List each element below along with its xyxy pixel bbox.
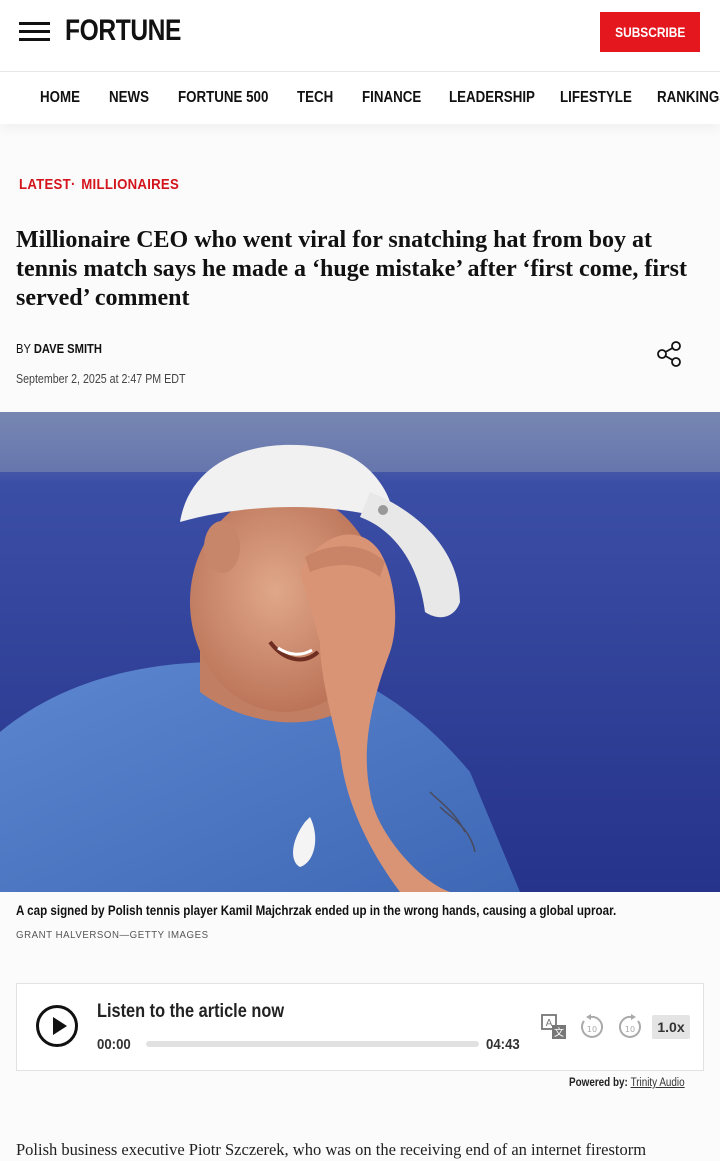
hero-image — [0, 412, 720, 892]
nav-item-home[interactable]: HOME — [40, 89, 80, 107]
article-headline: Millionaire CEO who went viral for snatc… — [16, 227, 687, 311]
fortune-logo[interactable]: FORTUNE — [65, 14, 181, 48]
site-header: FORTUNE SUBSCRIBE — [0, 0, 720, 72]
trinity-audio-link[interactable]: Trinity Audio — [631, 1077, 685, 1089]
publish-date: September 2, 2025 at 2:47 PM EDT — [16, 371, 186, 386]
category-section-link[interactable]: MILLIONAIRES — [81, 176, 179, 193]
playback-speed-button[interactable]: 1.0x — [652, 1015, 690, 1039]
svg-text:文: 文 — [554, 1026, 564, 1039]
nav-item-finance[interactable]: FINANCE — [362, 89, 421, 107]
audio-total-time: 04:43 — [486, 1036, 520, 1053]
audio-progress-bar[interactable] — [146, 1041, 479, 1047]
audio-player-title: Listen to the article now — [97, 1001, 285, 1022]
nav-item-news[interactable]: NEWS — [109, 89, 149, 107]
nav-item-fortune-500[interactable]: FORTUNE 500 — [178, 89, 268, 107]
powered-by-label: Powered by: — [569, 1077, 628, 1089]
image-caption: A cap signed by Polish tennis player Kam… — [16, 903, 617, 918]
nav-item-leadership[interactable]: LEADERSHIP — [449, 89, 535, 107]
powered-by: Powered by: Trinity Audio — [569, 1077, 685, 1089]
svg-text:A: A — [546, 1018, 553, 1029]
nav-item-rankings[interactable]: RANKINGS — [657, 89, 720, 107]
subscribe-button[interactable]: SUBSCRIBE — [600, 12, 700, 52]
svg-text:10: 10 — [625, 1025, 635, 1034]
share-icon[interactable] — [655, 340, 683, 368]
category-separator: · — [70, 176, 76, 193]
article-category: LATEST· MILLIONAIRES — [19, 176, 179, 193]
subscribe-button-label: SUBSCRIBE — [614, 24, 686, 40]
image-credit: GRANT HALVERSON—GETTY IMAGES — [16, 929, 209, 941]
play-icon[interactable] — [36, 1005, 78, 1047]
rewind-10-icon[interactable]: 10 — [578, 1014, 604, 1040]
byline-prefix: BY — [16, 341, 31, 356]
category-latest-link[interactable]: LATEST — [19, 176, 71, 193]
article-body-first-line: Polish business executive Piotr Szczerek… — [16, 1140, 647, 1159]
svg-text:10: 10 — [587, 1025, 597, 1034]
audio-current-time: 00:00 — [97, 1036, 131, 1053]
audio-player: Listen to the article now 00:00 04:43 A … — [16, 983, 704, 1071]
translate-icon[interactable]: A 文 — [541, 1014, 567, 1040]
nav-item-tech[interactable]: TECH — [297, 89, 333, 107]
byline: BY DAVE SMITH — [16, 341, 102, 356]
hamburger-menu-icon[interactable] — [19, 20, 50, 44]
nav-item-lifestyle[interactable]: LIFESTYLE — [560, 89, 632, 107]
main-nav: HOME NEWS FORTUNE 500 TECH FINANCE LEADE… — [0, 72, 720, 124]
forward-10-icon[interactable]: 10 — [618, 1014, 644, 1040]
author-link[interactable]: DAVE SMITH — [34, 341, 102, 356]
